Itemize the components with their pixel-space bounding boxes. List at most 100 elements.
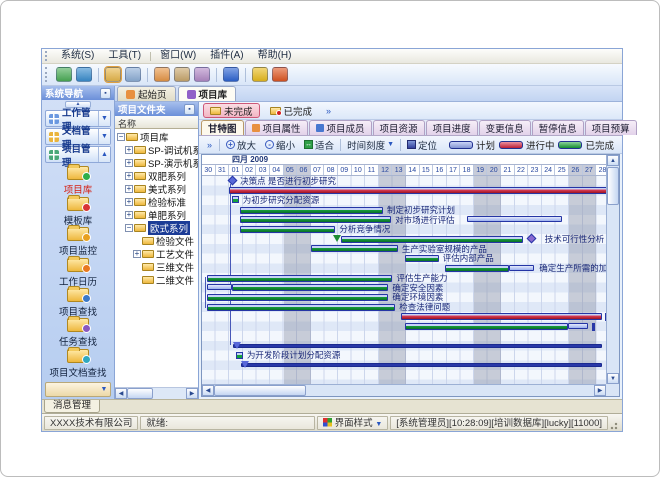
- scroll-thumb[interactable]: [214, 385, 306, 396]
- expand-icon[interactable]: +: [133, 250, 141, 258]
- menu-item-4[interactable]: 插件(A): [203, 49, 250, 63]
- report-icon[interactable]: [174, 67, 190, 82]
- resize-grip[interactable]: [610, 416, 620, 430]
- task-bar[interactable]: [240, 207, 383, 214]
- scroll-thumb[interactable]: [127, 388, 153, 399]
- task-bar[interactable]: [445, 265, 509, 272]
- help-icon[interactable]: [223, 67, 239, 82]
- tree-item-项目库[interactable]: −项目库: [115, 130, 198, 143]
- ui-style-dropdown[interactable]: 界面样式 ▼: [317, 416, 389, 430]
- collapse-icon[interactable]: −: [125, 224, 133, 232]
- tab-项目资源[interactable]: 项目资源: [373, 120, 425, 135]
- tree-item-二维文件[interactable]: 二维文件: [115, 273, 198, 286]
- locate-button[interactable]: 定位: [404, 137, 440, 153]
- chevron-down-icon[interactable]: ▼: [98, 111, 110, 126]
- tree-item-工艺文件[interactable]: +工艺文件: [115, 247, 198, 260]
- milestone-box-icon[interactable]: [232, 196, 239, 203]
- tree-column-header[interactable]: 名称: [115, 116, 198, 129]
- globe-icon[interactable]: [76, 67, 92, 82]
- menu-item-1[interactable]: 系统(S): [54, 49, 101, 63]
- milestone-arrow-icon[interactable]: [333, 235, 341, 242]
- milestone-box-icon[interactable]: [236, 352, 243, 359]
- task-bar[interactable]: [240, 226, 335, 233]
- sidebar-section-3[interactable]: 项目管理▲: [45, 146, 111, 163]
- milestone-diamond-icon[interactable]: [527, 234, 537, 244]
- sidebar-item-项目库[interactable]: 项目库: [64, 166, 93, 196]
- task-bar[interactable]: [405, 255, 439, 262]
- expand-icon[interactable]: +: [125, 159, 133, 167]
- task-bar[interactable]: [311, 245, 398, 252]
- tab-甘特图[interactable]: 甘特图: [201, 120, 244, 135]
- timescale-dropdown[interactable]: 时间刻度▼: [344, 137, 397, 153]
- task-bar-plan[interactable]: [509, 265, 533, 271]
- tree-item-美式系列[interactable]: +美式系列: [115, 182, 198, 195]
- tree-item-欧式系列[interactable]: −欧式系列: [115, 221, 198, 234]
- menu-item-2[interactable]: 工具(T): [101, 49, 148, 63]
- expand-icon[interactable]: +: [125, 198, 133, 206]
- milestone-arrow-icon[interactable]: [233, 342, 241, 349]
- expand-icon[interactable]: +: [125, 185, 133, 193]
- task-bar-plan[interactable]: [568, 323, 588, 329]
- tab-项目预算[interactable]: 项目预算: [585, 120, 637, 135]
- tab-变更信息[interactable]: 变更信息: [479, 120, 531, 135]
- tab-项目进度[interactable]: 项目进度: [426, 120, 478, 135]
- tree-item-单肥系列[interactable]: +单肥系列: [115, 208, 198, 221]
- lock-icon[interactable]: [252, 67, 268, 82]
- zoom-in-button[interactable]: +放大: [223, 137, 259, 153]
- sidebar-item-项目文档查找[interactable]: 项目文档查找: [49, 349, 106, 379]
- tree-item-SP-调试机系[interactable]: +SP-调试机系: [115, 143, 198, 156]
- chevron-up-icon[interactable]: ▲: [98, 147, 110, 162]
- task-bar-plan[interactable]: [467, 216, 562, 222]
- tab-项目成员[interactable]: 项目成员: [309, 120, 372, 135]
- monitor-icon[interactable]: [56, 67, 72, 82]
- milestone-arrow-icon[interactable]: [241, 361, 249, 368]
- tree-item-检验文件[interactable]: 检验文件: [115, 234, 198, 247]
- task-bar[interactable]: [207, 275, 392, 282]
- sidebar-item-模板库[interactable]: 模板库: [64, 197, 93, 227]
- folder-closed-icon[interactable]: [125, 67, 141, 82]
- task-bar-inprogress[interactable]: [401, 313, 602, 320]
- scroll-left-icon[interactable]: ◀: [115, 388, 127, 399]
- scroll-left-icon[interactable]: ◀: [202, 385, 214, 396]
- tab-项目属性[interactable]: 项目属性: [245, 120, 308, 135]
- scroll-down-icon[interactable]: ▼: [607, 373, 619, 384]
- task-bar-inprogress[interactable]: [229, 187, 606, 194]
- task-bar[interactable]: [405, 323, 568, 330]
- fit-button[interactable]: ↔适合: [301, 137, 337, 153]
- scroll-thumb[interactable]: [607, 167, 619, 205]
- stop-icon[interactable]: [272, 67, 288, 82]
- tab-项目库[interactable]: 项目库: [178, 86, 237, 101]
- zoom-out-button[interactable]: -缩小: [262, 137, 298, 153]
- expand-icon[interactable]: +: [125, 146, 133, 154]
- task-bar-plan[interactable]: [207, 284, 231, 290]
- pin-icon[interactable]: ▪: [184, 104, 195, 115]
- menu-item-5[interactable]: 帮助(H): [251, 49, 299, 63]
- sidebar-item-任务查找[interactable]: 任务查找: [59, 318, 97, 348]
- sidebar-collapsed-section[interactable]: ▼: [45, 382, 111, 397]
- task-bar[interactable]: [207, 294, 388, 301]
- task-bar[interactable]: [207, 304, 395, 311]
- sidebar-item-项目监控[interactable]: 项目监控: [59, 227, 97, 257]
- tree-item-SP-演示机系[interactable]: +SP-演示机系: [115, 156, 198, 169]
- expand-icon[interactable]: +: [125, 211, 133, 219]
- scroll-up-icon[interactable]: ▲: [607, 155, 619, 166]
- mail-icon[interactable]: [154, 67, 170, 82]
- sidebar-item-工作日历[interactable]: 工作日历: [59, 258, 97, 288]
- pin-icon[interactable]: ▪: [100, 88, 111, 99]
- toolbar-overflow-icon[interactable]: »: [203, 140, 216, 150]
- scroll-right-icon[interactable]: ▶: [186, 388, 198, 399]
- filter-未完成[interactable]: 未完成: [203, 103, 260, 118]
- tab-message-management[interactable]: 消息管理: [44, 400, 100, 413]
- scroll-right-icon[interactable]: ▶: [594, 385, 606, 396]
- tab-起始页[interactable]: 起始页: [117, 86, 176, 101]
- menu-item-3[interactable]: 窗口(W): [153, 49, 203, 63]
- summary-bar[interactable]: [233, 344, 602, 348]
- task-bar[interactable]: [341, 236, 523, 243]
- tree-horizontal-scrollbar[interactable]: ◀ ▶: [115, 387, 198, 399]
- gantt-vertical-scrollbar[interactable]: ▲ ▼: [606, 155, 619, 384]
- task-bar[interactable]: [232, 284, 388, 291]
- tree-item-检验标准[interactable]: +检验标准: [115, 195, 198, 208]
- filter-overflow-icon[interactable]: »: [322, 106, 335, 116]
- summary-bar[interactable]: [241, 363, 601, 367]
- collapse-icon[interactable]: −: [117, 133, 125, 141]
